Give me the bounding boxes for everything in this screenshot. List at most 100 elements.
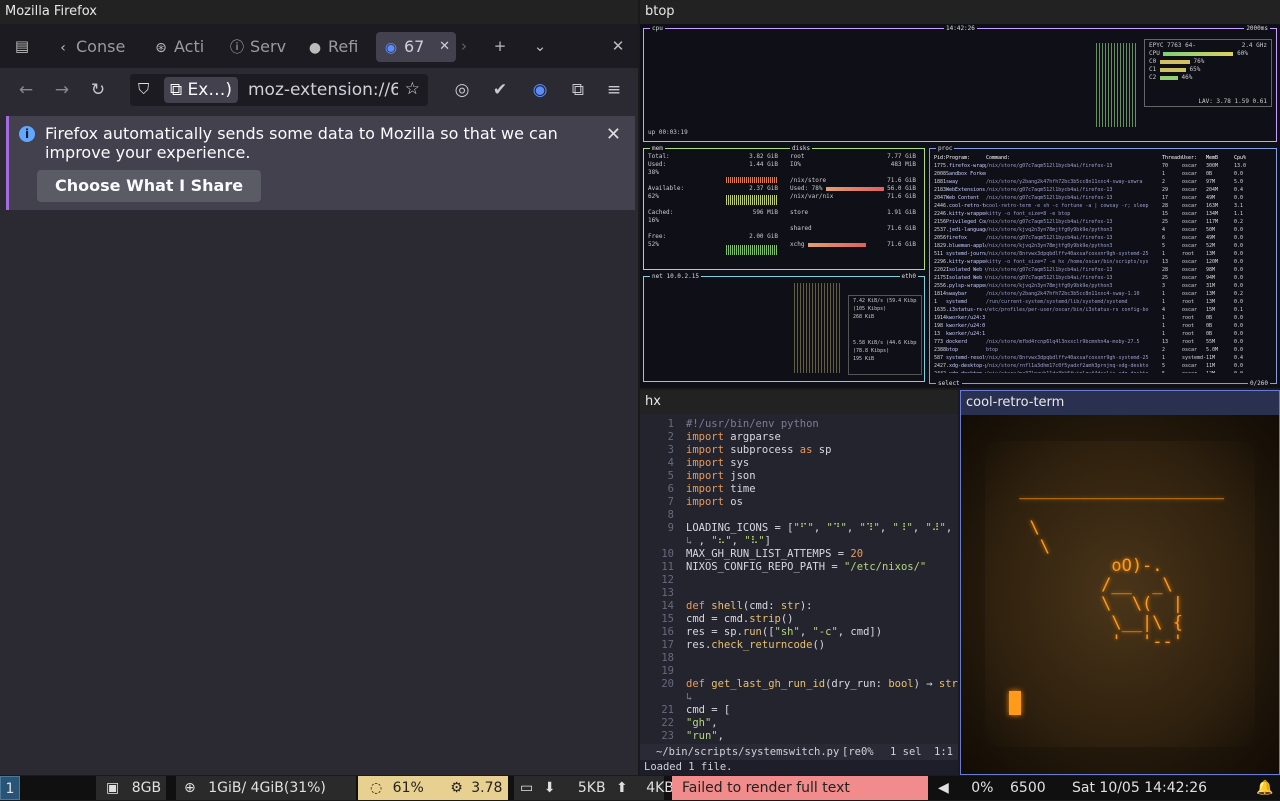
workspace-1-button[interactable]: 1 bbox=[0, 776, 20, 800]
tab-4[interactable]: ● Refi bbox=[306, 32, 366, 62]
download-value: 5KB bbox=[577, 780, 606, 796]
extension-blue-icon[interactable]: ◉ bbox=[526, 76, 554, 104]
cpu-cores-panel: EPYC 7763 64- 2.4 GHz CPU 60% C0 76% C1 6… bbox=[1144, 39, 1272, 107]
upload-icon: ⬆ bbox=[616, 780, 628, 796]
process-row[interactable]: 2056 firefox/nix/store/g07c7aqm512l1bycb4… bbox=[934, 235, 1272, 242]
tab-groups-icon[interactable]: ▤ bbox=[8, 32, 36, 60]
process-row[interactable]: 2556 .pylsp-wrapped/nix/store/kjvq2n3yn78… bbox=[934, 283, 1272, 290]
load-average: LAV: 3.78 1.59 0.61 bbox=[1198, 98, 1267, 105]
process-row[interactable]: 1 systemd/run/current-system/systemd/lib/… bbox=[934, 299, 1272, 306]
list-tabs-icon[interactable]: ⌄ bbox=[526, 32, 554, 60]
proc-cell: 70 bbox=[1162, 163, 1169, 169]
process-row[interactable]: 2047 Web Content/nix/store/g07c7aqm512l1b… bbox=[934, 195, 1272, 202]
bookmark-star-icon[interactable]: ☆ bbox=[405, 79, 420, 99]
proc-footer[interactable]: select bbox=[936, 380, 962, 387]
proc-cell: /nix/store/kjvq2n3yn78mjtfg0y9bk9e/pytho… bbox=[986, 243, 1113, 249]
process-row[interactable]: 2388 btop btop 2 oscar 5.0M 0.0 bbox=[934, 347, 1272, 354]
proc-cell: oscar bbox=[1182, 195, 1198, 201]
proc-cell: sway bbox=[946, 179, 959, 185]
back-icon[interactable]: ← bbox=[12, 76, 40, 104]
proc-cell: /nix/store/mfbd4rcnp6lq4l3nxxclr9bcmnhn4… bbox=[986, 339, 1140, 345]
proc-cell: oscar bbox=[1182, 171, 1198, 177]
proc-cell: 13M bbox=[1206, 291, 1216, 297]
process-row[interactable]: 2008 Sandbox Forked 1 oscar 0B 0.0 bbox=[934, 171, 1272, 178]
menu-icon[interactable]: ≡ bbox=[600, 76, 628, 104]
code-editor[interactable]: 1 #!/usr/bin/env python 2 import argparse 3 i… bbox=[640, 414, 958, 744]
process-row[interactable]: 13 kworker/u24:1-ev 1 root 0B 0.0 bbox=[934, 331, 1272, 338]
process-row[interactable]: 2156Privileged Cont/nix/store/g07c7aqm51… bbox=[934, 219, 1272, 226]
tab-2[interactable]: ⊛ Acti bbox=[152, 32, 212, 62]
proc-cell: 2 bbox=[1162, 347, 1166, 353]
status-position: 1:1 bbox=[934, 746, 953, 758]
line-text: import time bbox=[686, 483, 756, 495]
proc-cell: /nix/store/y2bang2k47hfh72bc3b5cc8n11xxc… bbox=[986, 291, 1140, 297]
process-row[interactable]: 1914kworker/u24:3-ev 1 root 0B 0.0 bbox=[934, 315, 1272, 322]
proc-cell: 587 bbox=[934, 355, 944, 361]
reload-icon[interactable]: ↻ bbox=[84, 76, 112, 104]
editor-statusline: ~/bin/scripts/systemswitch.py [re0% 1 se… bbox=[640, 744, 958, 760]
core-pct: 46% bbox=[1181, 74, 1193, 81]
disk-value: 71.6 GiB bbox=[887, 177, 916, 184]
process-row[interactable]: 1775.firefox-wrappe/nix/store/g07c7aqm51… bbox=[934, 163, 1272, 170]
close-window-icon[interactable]: ✕ bbox=[604, 32, 632, 60]
process-row[interactable]: 511systemd-journal/nix/store/8nrvwx3dpqb… bbox=[934, 251, 1272, 258]
process-row[interactable]: 1814 swaybar/nix/store/y2bang2k47hfh72bc3… bbox=[934, 291, 1272, 298]
choose-what-i-share-button[interactable]: Choose What I Share bbox=[37, 170, 262, 202]
url-text[interactable]: moz-extension://6 bbox=[248, 74, 398, 106]
process-row[interactable]: 2202Isolated Web Co/nix/store/g07c7aqm51… bbox=[934, 267, 1272, 274]
shield-icon[interactable]: ⛉ bbox=[138, 80, 149, 98]
close-tab-icon[interactable]: ✕ bbox=[439, 32, 450, 62]
scroll-right-icon[interactable]: › bbox=[450, 32, 478, 60]
process-row[interactable]: 773 dockerd/nix/store/mfbd4rcnp6lq4l3nxxc… bbox=[934, 339, 1272, 346]
core-name: C2 bbox=[1149, 74, 1157, 81]
process-table[interactable]: Pid:Program: Command: Threads:User: MemB Cpu… bbox=[934, 155, 1272, 373]
crt-screen[interactable]: ____________________ \ \ oO)-. /__ _\ \ … bbox=[961, 415, 1279, 774]
new-tab-icon[interactable]: + bbox=[486, 32, 514, 60]
proc-cell: 0.0 bbox=[1234, 267, 1244, 273]
url-bar[interactable]: ⛉ ⧉ Ex…) moz-extension://6 ☆ bbox=[130, 74, 428, 106]
proc-cell: oscar bbox=[1182, 227, 1198, 233]
extensions-icon[interactable]: ⧉ bbox=[564, 76, 592, 104]
process-row[interactable]: 2296 .kitty-wrapped kitty -o font_size=7 -… bbox=[934, 259, 1272, 266]
line-text: def shell(cmd: str): bbox=[686, 600, 813, 612]
bell-icon[interactable]: 🔔 bbox=[1256, 776, 1276, 800]
cpu-graph bbox=[1096, 43, 1136, 127]
proc-cell: 15 bbox=[1162, 211, 1169, 217]
process-row[interactable]: 2246 .kitty-wrapped kitty -o font_size=8 -… bbox=[934, 211, 1272, 218]
extension-chip[interactable]: ⧉ Ex…) bbox=[164, 77, 238, 103]
mem-row-value: 2.00 GiB bbox=[749, 233, 778, 240]
tab-3[interactable]: ⓘ Serv bbox=[228, 32, 288, 62]
extension-v-icon[interactable]: ✔ bbox=[486, 76, 514, 104]
forward-icon[interactable]: → bbox=[48, 76, 76, 104]
proc-cell: Web Content bbox=[946, 195, 980, 201]
process-row[interactable]: 1635.i3status-rs-wr/etc/profiles/per-use… bbox=[934, 307, 1272, 314]
close-notification-icon[interactable]: ✕ bbox=[606, 124, 621, 145]
line-text: import json bbox=[686, 470, 756, 482]
disks-panel: root 7.77 GiB IO% 483 MiB /nix/store 71.6 G… bbox=[786, 151, 920, 263]
account-icon[interactable]: ◎ bbox=[448, 76, 476, 104]
process-row[interactable]: 1829.blueman-applet/nix/store/kjvq2n3yn7… bbox=[934, 243, 1272, 250]
proc-cell: 13 bbox=[1162, 259, 1169, 265]
proc-cell: 0.2 bbox=[1234, 219, 1244, 225]
page-content[interactable] bbox=[0, 212, 638, 775]
volume-block[interactable]: ◀ 0% bbox=[934, 776, 993, 800]
process-row[interactable]: 2442.xdg-desktop-po/nix/store/mz37lpzyh1… bbox=[934, 371, 1272, 373]
process-row[interactable]: 1881 sway/nix/store/y2bang2k47hfh72bc3b5c… bbox=[934, 179, 1272, 186]
process-row[interactable]: 587systemd-resolve/nix/store/8nrvwx3dpqb… bbox=[934, 355, 1272, 362]
process-row[interactable]: 2183 WebExtensions/nix/store/g07c7aqm512l… bbox=[934, 187, 1272, 194]
nav-bar: ← → ↻ ⛉ ⧉ Ex…) moz-extension://6 ☆ ◎ ✔ ◉… bbox=[0, 68, 638, 112]
process-row[interactable]: 2175Isolated Web Co/nix/store/g07c7aqm51… bbox=[934, 275, 1272, 282]
proc-cell: kworker/u24:0-ev bbox=[946, 323, 986, 329]
process-row[interactable]: 2537.jedi-language-/nix/store/kjvq2n3yn7… bbox=[934, 227, 1272, 234]
tab-1[interactable]: ‹ Conse bbox=[54, 32, 132, 62]
cpu-block: ◌ 61% ⚙ 3.78 bbox=[358, 776, 508, 800]
disk-value: 7.77 GiB bbox=[887, 153, 916, 160]
disk-value: 56.0 GiB bbox=[887, 185, 916, 192]
process-row[interactable]: 2446.cool-retro-tercool-retro-term -e sh… bbox=[934, 203, 1272, 210]
network-icon: ▭ bbox=[520, 780, 534, 796]
process-row[interactable]: 2427.xdg-desktop-po/nix/store/rnfl1a3dhm… bbox=[934, 363, 1272, 370]
proc-cell: 31M bbox=[1206, 283, 1216, 289]
tab-5-active[interactable]: ◉ 67 ✕ bbox=[376, 32, 456, 62]
window-title: cool-retro-term bbox=[961, 391, 1279, 415]
process-row[interactable]: 198kworker/u24:0-ev 1 root 0B 0.0 bbox=[934, 323, 1272, 330]
